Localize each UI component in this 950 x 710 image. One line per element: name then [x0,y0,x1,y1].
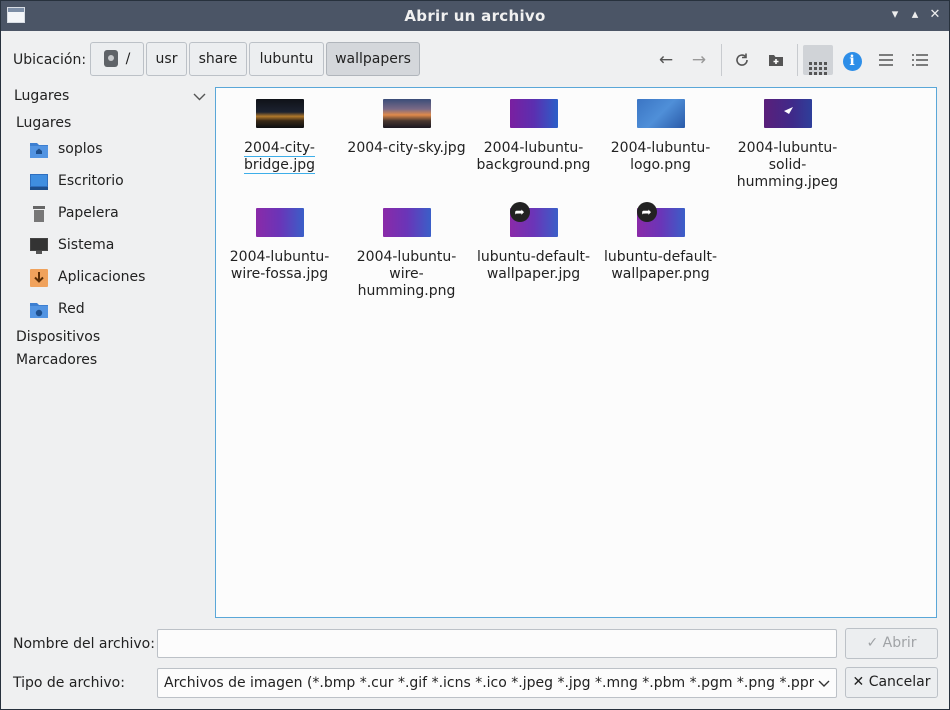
image-thumbnail [763,99,812,128]
drive-icon [103,49,118,67]
places-dropdown-label[interactable]: Lugares [14,88,69,104]
breadcrumb-root[interactable]: / [90,42,144,76]
filename-input[interactable] [157,629,837,658]
file-item[interactable]: 2004-city-sky.jpg [343,99,470,157]
file-item[interactable]: 2004-lubuntu-wire-fossa.jpg [216,208,343,283]
image-thumbnail [636,99,685,128]
desktop-icon [29,173,49,191]
places-group-header[interactable]: Lugares [16,115,71,131]
toolbar-divider [721,44,722,76]
file-item[interactable]: 2004-lubuntu-background.png [470,99,597,174]
file-name: lubuntu-default-wallpaper.jpg [476,249,591,282]
forward-arrow-icon[interactable]: → [684,45,714,75]
checkmark-icon: ✓ [866,635,879,651]
file-name: 2004-city-bridge.jpg [243,140,316,174]
chevron-down-icon[interactable] [816,669,832,697]
computer-icon [29,237,49,255]
breadcrumb-share[interactable]: share [189,42,247,76]
close-icon: ✕ [852,674,865,690]
filetype-label: Tipo de archivo: [13,675,125,691]
sidebar-item-sistema[interactable]: Sistema [29,234,209,260]
file-name: 2004-lubuntu-wire-fossa.jpg [229,249,330,282]
file-name: 2004-lubuntu-wire-humming.png [356,249,457,299]
home-folder-icon [29,141,49,159]
location-toolbar: Ubicación: / usr share lubuntu wallpaper… [1,32,949,88]
back-arrow-icon[interactable]: ← [651,45,681,75]
image-thumbnail [382,208,431,237]
breadcrumb-wallpapers[interactable]: wallpapers [326,42,420,76]
toolbar-divider [797,44,798,76]
devices-group-header[interactable]: Dispositivos [16,329,100,345]
info-icon[interactable]: i [837,45,867,75]
filetype-select[interactable]: Archivos de imagen (*.bmp *.cur *.gif *.… [157,668,837,698]
file-item[interactable]: ➦ lubuntu-default-wallpaper.png [597,202,724,283]
filename-label: Nombre del archivo: [13,636,155,652]
sidebar-item-soplos[interactable]: soplos [29,138,209,164]
file-name: 2004-lubuntu-background.png [476,140,591,173]
open-button[interactable]: ✓ Abrir [845,628,938,659]
breadcrumb-usr[interactable]: usr [146,42,187,76]
maximize-icon[interactable]: ▴ [907,7,923,23]
sidebar-item-aplicaciones[interactable]: Aplicaciones [29,266,209,292]
file-item[interactable]: 2004-lubuntu-wire-humming.png [343,208,470,300]
file-item[interactable]: ➦ lubuntu-default-wallpaper.jpg [470,202,597,283]
file-item[interactable]: 2004-lubuntu-logo.png [597,99,724,174]
image-thumbnail [509,99,558,128]
sidebar-item-escritorio[interactable]: Escritorio [29,170,209,196]
minimize-icon[interactable]: ▾ [887,7,903,23]
breadcrumb-lubuntu[interactable]: lubuntu [249,42,324,76]
image-thumbnail [255,208,304,237]
close-icon[interactable]: ✕ [927,7,943,23]
file-grid[interactable]: 2004-city-bridge.jpg 2004-city-sky.jpg 2… [215,87,937,618]
symlink-arrow-icon: ➦ [509,202,530,222]
file-name: 2004-lubuntu-solid-humming.jpeg [736,140,839,190]
places-sidebar: Lugares Lugares soplos Escritorio Papele… [1,88,213,618]
image-thumbnail [255,99,304,128]
chevron-down-icon[interactable] [193,89,207,103]
location-label: Ubicación: [13,52,87,68]
applications-icon [29,269,49,287]
sidebar-item-papelera[interactable]: Papelera [29,202,209,228]
network-folder-icon [29,301,49,319]
icon-view-icon[interactable] [803,45,833,75]
file-name: 2004-lubuntu-logo.png [610,140,711,173]
window-title: Abrir un archivo [404,7,546,25]
new-folder-icon[interactable] [761,45,791,75]
image-thumbnail: ➦ [509,202,558,237]
file-item[interactable]: 2004-lubuntu-solid-humming.jpeg [724,99,851,191]
image-thumbnail [382,99,431,128]
image-thumbnail: ➦ [636,202,685,237]
file-open-dialog: Abrir un archivo ▾ ▴ ✕ Ubicación: / usr … [0,0,950,710]
cancel-button[interactable]: ✕ Cancelar [845,667,938,698]
file-name: 2004-city-sky.jpg [347,140,466,156]
detailed-list-view-icon[interactable] [905,45,935,75]
reload-icon[interactable] [727,45,757,75]
symlink-arrow-icon: ➦ [636,202,657,222]
compact-list-view-icon[interactable] [871,45,901,75]
bookmarks-group-header[interactable]: Marcadores [16,352,97,368]
file-item[interactable]: 2004-city-bridge.jpg [216,99,343,174]
trash-icon [29,205,49,223]
sidebar-item-red[interactable]: Red [29,298,209,324]
file-name: lubuntu-default-wallpaper.png [603,249,718,282]
title-bar[interactable]: Abrir un archivo ▾ ▴ ✕ [1,1,949,31]
